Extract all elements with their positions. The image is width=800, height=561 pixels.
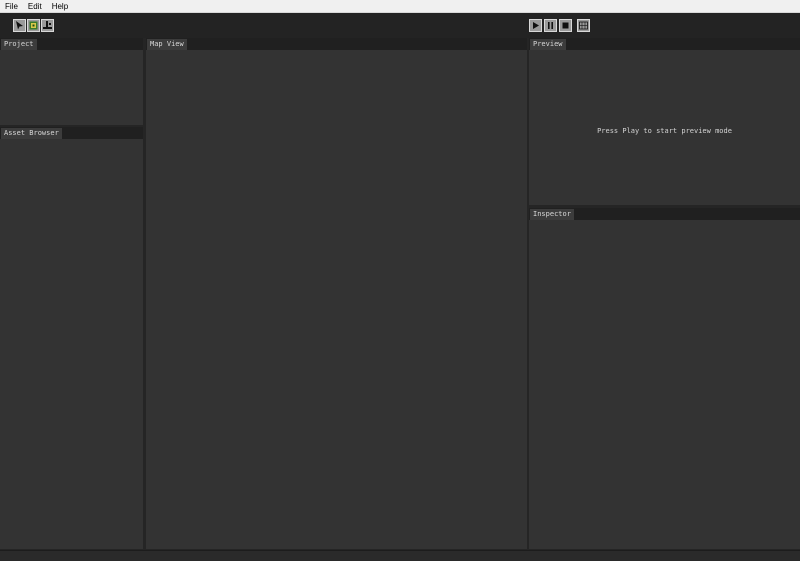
entity-tool-button[interactable] [41, 19, 54, 32]
preview-panel: Preview Press Play to start preview mode [529, 38, 800, 205]
pause-button[interactable] [544, 19, 557, 32]
asset-browser-panel: Asset Browser [0, 127, 143, 549]
preview-tab-strip: Preview [529, 38, 800, 50]
toggle-view-button[interactable] [577, 19, 590, 32]
menu-bar: File Edit Help [0, 0, 800, 13]
project-panel: Project [0, 38, 143, 125]
cursor-arrow-icon [16, 21, 23, 30]
tab-map-view[interactable]: Map View [147, 39, 187, 50]
tile-brush-icon [29, 21, 38, 30]
tab-project[interactable]: Project [1, 39, 37, 50]
map-view-tab-strip: Map View [146, 38, 527, 50]
play-icon [533, 22, 539, 29]
entity-place-icon [43, 21, 52, 29]
asset-browser-tab-strip: Asset Browser [0, 127, 143, 139]
tab-inspector[interactable]: Inspector [530, 209, 574, 220]
menu-help[interactable]: Help [52, 0, 68, 13]
menu-file[interactable]: File [5, 0, 18, 13]
project-panel-body [0, 50, 143, 125]
inspector-tab-strip: Inspector [529, 208, 800, 220]
tab-asset-browser[interactable]: Asset Browser [1, 128, 62, 139]
menu-edit[interactable]: Edit [28, 0, 42, 13]
project-tab-strip: Project [0, 38, 143, 50]
inspector-panel: Inspector [529, 208, 800, 549]
preview-panel-body: Press Play to start preview mode [529, 50, 800, 205]
preview-message: Press Play to start preview mode [597, 127, 732, 135]
grid-toggle-icon [579, 21, 588, 30]
map-view-canvas[interactable] [146, 50, 527, 549]
status-bar [0, 550, 800, 561]
tab-preview[interactable]: Preview [530, 39, 566, 50]
tile-tool-button[interactable] [27, 19, 40, 32]
pause-icon [548, 22, 553, 29]
inspector-panel-body [529, 220, 800, 549]
stop-icon [562, 22, 569, 29]
select-tool-button[interactable] [13, 19, 26, 32]
map-view-panel: Map View [146, 38, 527, 549]
play-button[interactable] [529, 19, 542, 32]
asset-browser-panel-body [0, 139, 143, 549]
toolbar [0, 13, 800, 38]
stop-button[interactable] [559, 19, 572, 32]
